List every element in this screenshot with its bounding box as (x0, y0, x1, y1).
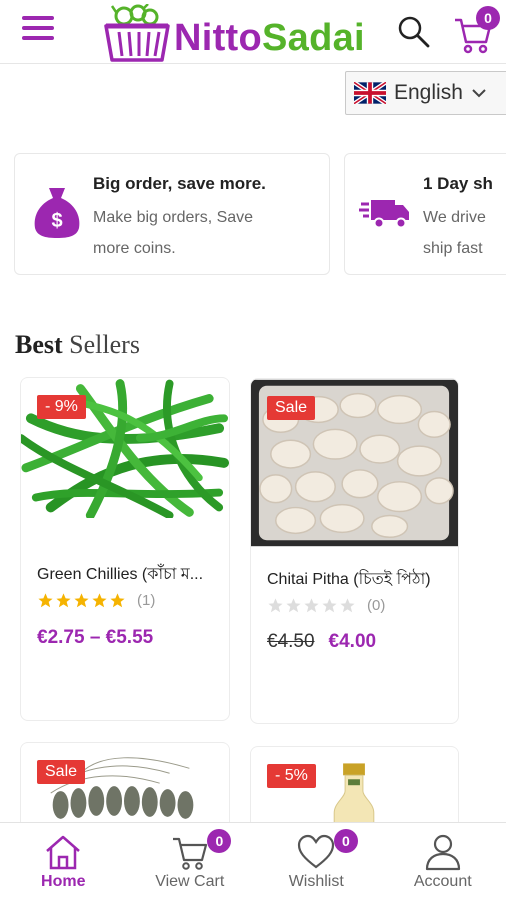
heading-bold: Best (15, 330, 63, 359)
sale-badge: Sale (267, 396, 316, 420)
heart-icon (298, 834, 335, 869)
star-filled-icon (56, 593, 71, 608)
bottom-navigation: Home 0 View Cart 0 Wishlist Account (0, 822, 506, 900)
nav-view-cart[interactable]: 0 View Cart (127, 823, 254, 900)
old-price: €4.50 (267, 631, 315, 652)
nav-home[interactable]: Home (0, 823, 127, 900)
wishlist-count-badge: 0 (333, 829, 358, 853)
discount-badge: - 5% (267, 764, 316, 788)
menu-icon[interactable] (22, 16, 54, 44)
feature-description: We drive ship fast (423, 209, 486, 257)
cart-count-badge: 0 (207, 829, 232, 853)
rating-count: (0) (367, 597, 386, 614)
search-button[interactable] (396, 14, 432, 50)
nav-view-cart-label: View Cart (155, 873, 225, 890)
product-card[interactable]: - 9% Green Chillies (কাঁচা ম... (1) €2.7… (20, 377, 230, 721)
star-filled-icon (92, 593, 107, 608)
heading-light: Sellers (69, 330, 140, 359)
product-price: €2.75 – €5.55 (37, 627, 153, 649)
product-name[interactable]: Chitai Pitha (চিতই পিঠা) (267, 566, 452, 593)
sale-price: €4.00 (328, 631, 377, 652)
delivery-truck-icon (359, 200, 409, 229)
star-empty-icon (304, 598, 319, 613)
best-sellers-heading: Best Sellers (15, 330, 140, 360)
feature-carousel[interactable]: $ Big order, save more. Make big orders,… (0, 153, 506, 275)
product-card[interactable]: Sale Chitai Pitha (চিতই পিঠা) (0) €4.50 €… (250, 378, 459, 724)
chevron-down-icon (472, 89, 486, 98)
star-filled-icon (74, 593, 89, 608)
feature-card-big-order: $ Big order, save more. Make big orders,… (14, 153, 330, 275)
discount-badge: - 9% (37, 395, 86, 419)
nav-home-label: Home (41, 873, 86, 890)
nav-account[interactable]: Account (380, 823, 506, 900)
basket-logo-icon (104, 4, 170, 62)
star-empty-icon (286, 598, 301, 613)
money-bag-icon: $ (34, 188, 80, 238)
brand-name-part1: Nitto (174, 17, 263, 59)
feature-title: 1 Day sh (423, 174, 493, 193)
nav-wishlist[interactable]: 0 Wishlist (253, 823, 380, 900)
svg-text:$: $ (51, 210, 62, 232)
uk-flag-icon (354, 82, 386, 104)
brand-name: NittoSadai (174, 16, 365, 60)
feature-card-delivery: 1 Day sh We drive ship fast (344, 153, 506, 275)
rating-stars: (1) (37, 592, 155, 609)
rating-stars: (0) (267, 597, 385, 614)
star-empty-icon (268, 598, 283, 613)
product-price: €4.50 €4.00 (267, 631, 376, 653)
nav-wishlist-label: Wishlist (288, 873, 344, 890)
search-icon (398, 16, 430, 48)
nav-account-label: Account (413, 873, 472, 890)
cart-icon (172, 837, 207, 870)
language-label: English (394, 81, 463, 104)
star-empty-icon (322, 598, 337, 613)
brand-logo[interactable]: NittoSadai (104, 4, 365, 62)
home-icon (46, 835, 81, 870)
cart-count-badge: 0 (476, 6, 500, 30)
star-filled-icon (38, 593, 53, 608)
header-cart-button[interactable]: 0 (452, 6, 502, 54)
product-name[interactable]: Green Chillies (কাঁচা ম... (37, 561, 222, 588)
star-filled-icon (110, 593, 125, 608)
brand-name-part2: Sadai (262, 17, 365, 59)
user-icon (425, 834, 460, 871)
feature-description: Make big orders, Save more coins. (93, 209, 254, 257)
star-empty-icon (340, 598, 355, 613)
rating-count: (1) (137, 592, 156, 609)
language-selector[interactable]: English (345, 71, 506, 115)
sale-badge: Sale (37, 760, 86, 784)
app-header: NittoSadai 0 (0, 0, 506, 64)
feature-title: Big order, save more. (93, 174, 266, 193)
price-range: €2.75 – €5.55 (37, 627, 154, 648)
